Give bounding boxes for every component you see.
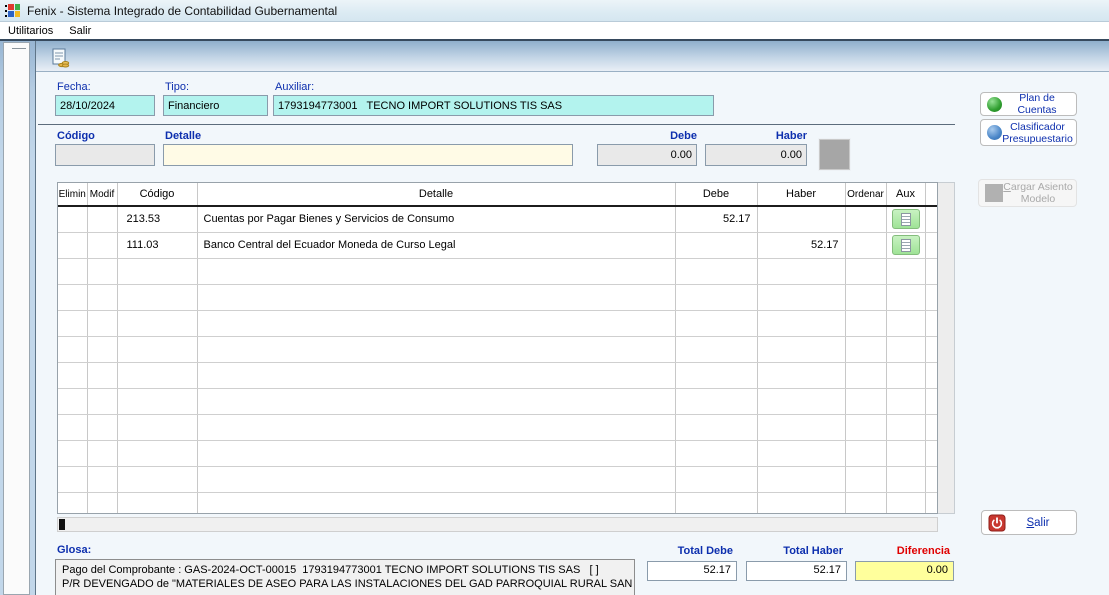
clasificador-presupuestario-button[interactable]: Clasificador Presupuestario <box>980 119 1077 146</box>
grid-header-haber: Haber <box>757 183 845 206</box>
grid-header-aux: Aux <box>886 183 925 206</box>
total-debe-field: 52.17 <box>647 561 737 581</box>
tipo-input[interactable] <box>163 95 268 116</box>
auxiliar-input[interactable] <box>273 95 714 116</box>
tipo-label: Tipo: <box>165 81 189 93</box>
menu-bar: Utilitarios Salir <box>0 22 1109 39</box>
diferencia-field: 0.00 <box>855 561 954 581</box>
entries-grid: Elimin Modif Código Detalle Debe Haber O… <box>57 182 938 514</box>
document-icon <box>901 213 911 226</box>
glosa-line-1: Pago del Comprobante : GAS-2024-OCT-0001… <box>62 563 628 577</box>
codigo-label: Código <box>57 130 95 142</box>
grid-header-ordenar: Ordenar <box>845 183 886 206</box>
new-voucher-button[interactable] <box>47 46 73 70</box>
total-haber-field: 52.17 <box>746 561 847 581</box>
grid-header-modif: Modif <box>87 183 117 206</box>
document-coins-icon <box>50 48 70 68</box>
grid-row <box>58 310 938 336</box>
haber-label: Haber <box>705 130 807 142</box>
grid-row <box>58 466 938 492</box>
aux-button[interactable] <box>892 209 920 229</box>
grid-row[interactable]: 111.03 Banco Central del Ecuador Moneda … <box>58 232 938 258</box>
grip-icon <box>12 48 26 49</box>
grid-row <box>58 492 938 514</box>
plan-de-cuentas-label: Plan de Cuentas <box>1002 92 1072 116</box>
menu-item-salir[interactable]: Salir <box>61 23 99 38</box>
grid-row <box>58 336 938 362</box>
collapsed-window-panel[interactable] <box>3 42 30 595</box>
debe-label: Debe <box>597 130 697 142</box>
horizontal-scrollbar[interactable] <box>57 517 938 532</box>
grid-row <box>58 258 938 284</box>
cargar-asiento-modelo-button[interactable]: Cargar Asiento Modelo <box>978 179 1077 207</box>
scrollbar-thumb[interactable] <box>59 519 65 530</box>
diferencia-label: Diferencia <box>855 545 950 557</box>
grid-right-strip <box>938 182 955 514</box>
salir-label: Salir <box>1006 517 1070 529</box>
fecha-label: Fecha: <box>57 81 91 93</box>
plan-de-cuentas-button[interactable]: Plan de Cuentas <box>980 92 1077 116</box>
codigo-input[interactable] <box>55 144 155 166</box>
grid-header-detalle: Detalle <box>197 183 675 206</box>
grid-row <box>58 414 938 440</box>
grid-header-filler <box>925 183 938 206</box>
grid-row <box>58 388 938 414</box>
grid-row[interactable]: 213.53 Cuentas por Pagar Bienes y Servic… <box>58 206 938 232</box>
detalle-label: Detalle <box>165 130 201 142</box>
total-haber-label: Total Haber <box>746 545 843 557</box>
total-debe-label: Total Debe <box>647 545 733 557</box>
gray-square-button[interactable] <box>819 139 850 170</box>
glosa-line-2: P/R DEVENGADO de "MATERIALES DE ASEO PAR… <box>62 577 628 591</box>
grid-header-row: Elimin Modif Código Detalle Debe Haber O… <box>58 183 938 206</box>
blue-sphere-icon <box>987 125 1002 140</box>
cargar-asiento-modelo-label: Cargar Asiento Modelo <box>1003 181 1073 205</box>
glosa-textarea[interactable]: Pago del Comprobante : GAS-2024-OCT-0001… <box>55 559 635 595</box>
window-title: Fenix - Sistema Integrado de Contabilida… <box>27 4 337 18</box>
fecha-input[interactable] <box>55 95 155 116</box>
power-icon <box>988 514 1006 532</box>
document-icon <box>901 239 911 252</box>
detalle-input[interactable] <box>163 144 573 166</box>
salir-button[interactable]: Salir <box>981 510 1077 535</box>
debe-input[interactable] <box>597 144 697 166</box>
grid-header-debe: Debe <box>675 183 757 206</box>
auxiliar-label: Auxiliar: <box>275 81 314 93</box>
menu-item-utilitarios[interactable]: Utilitarios <box>0 23 61 38</box>
green-sphere-icon <box>987 97 1002 112</box>
grid-header-codigo: Código <box>117 183 197 206</box>
aux-button[interactable] <box>892 235 920 255</box>
glosa-label: Glosa: <box>57 544 91 556</box>
separator-line <box>38 124 955 125</box>
clasificador-label: Clasificador Presupuestario <box>1002 121 1073 145</box>
grid-row <box>58 362 938 388</box>
grid-row <box>58 440 938 466</box>
title-bar: Fenix - Sistema Integrado de Contabilida… <box>0 0 1109 22</box>
grid-row <box>58 284 938 310</box>
app-icon <box>5 3 21 19</box>
grid-body: 213.53 Cuentas por Pagar Bienes y Servic… <box>58 206 938 514</box>
grid-header-elimin: Elimin <box>58 183 87 206</box>
haber-input[interactable] <box>705 144 807 166</box>
form-toolbar <box>36 41 1109 72</box>
gray-square-icon <box>985 184 1003 202</box>
app-window: Fenix - Sistema Integrado de Contabilida… <box>0 0 1109 595</box>
